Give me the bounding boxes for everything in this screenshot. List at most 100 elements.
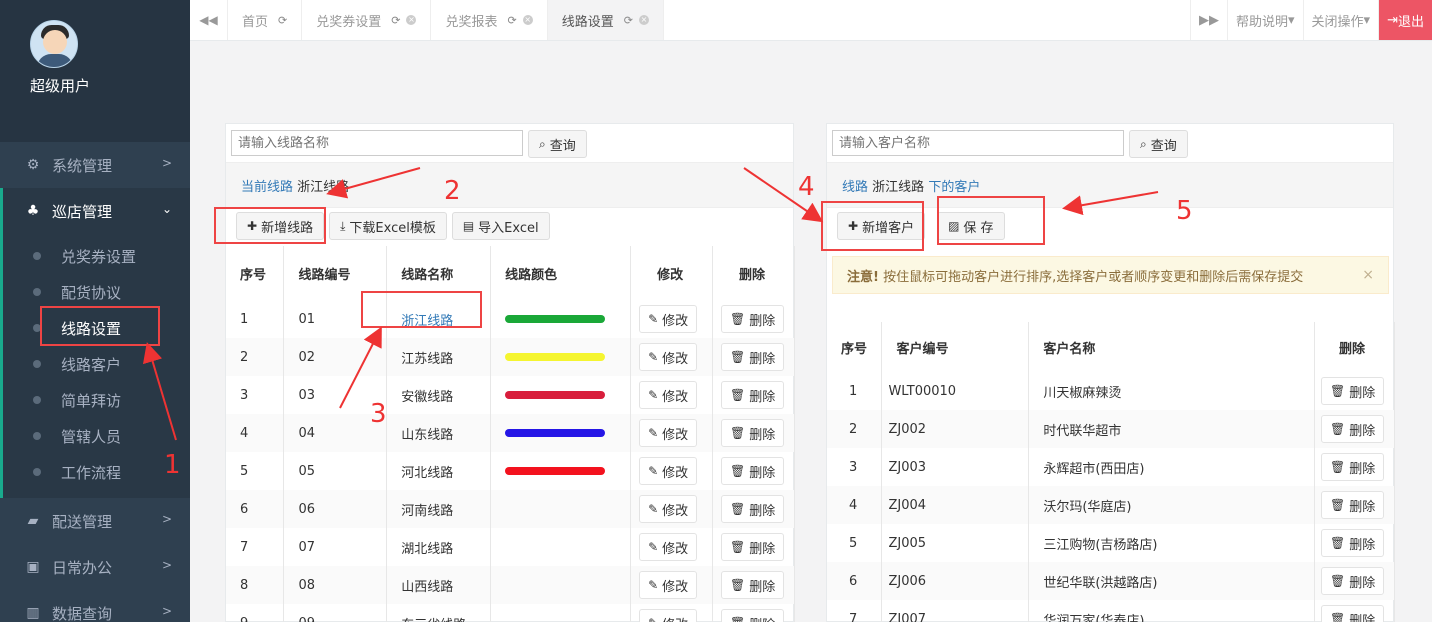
customer-search-input[interactable] [832,130,1124,156]
table-row[interactable]: 6 06 河南线路 ✎ 修改 🗑 删除 [226,490,795,528]
tab-coupon[interactable]: 兑奖券设置 ⟳ × [302,0,432,40]
trash-icon: 🗑 [730,426,746,440]
delete-button[interactable]: 🗑删除 [721,609,785,622]
table-row[interactable]: 7 07 湖北线路 ✎ 修改 🗑 删除 [226,528,795,566]
delete-button[interactable]: 🗑删除 [1321,567,1385,595]
table-row[interactable]: 909 东三省线路 ✎ 修改 🗑 删除 [226,604,795,622]
profile-area: 超级用户 [0,0,190,142]
download-template-button[interactable]: ⤓ 下载Excel模板 [329,212,447,240]
trash-icon: 🗑 [1330,574,1346,588]
edit-button[interactable]: ✎修改 [639,571,698,599]
delete-button[interactable]: 🗑删除 [721,343,785,371]
edit-button[interactable]: ✎修改 [639,419,698,447]
refresh-icon[interactable]: ⟳ [624,14,633,27]
table-row[interactable]: 5 05 河北线路 ✎ 修改 🗑 删除 [226,452,795,490]
tab-report[interactable]: 兑奖报表 ⟳ × [431,0,548,40]
route-search-button[interactable]: ⌕ 查询 [528,130,587,158]
sub-item-route-customers[interactable]: 线路客户 [3,346,190,382]
delete-button[interactable]: 🗑删除 [1321,377,1385,405]
nav-office[interactable]: ▣ 日常办公 > [0,544,190,590]
tab-scroll-left-icon[interactable]: ◀◀ [190,0,228,40]
cell-code: WLT00010 [881,372,1030,410]
delete-button[interactable]: 🗑删除 [721,457,785,485]
edit-button[interactable]: ✎修改 [639,533,698,561]
edit-button[interactable]: ✎修改 [639,305,698,333]
route-search-input[interactable] [231,130,523,156]
edit-button[interactable]: ✎修改 [639,381,698,409]
bullet-icon [33,360,41,368]
delete-button[interactable]: 🗑删除 [721,533,785,561]
help-menu[interactable]: 帮助说明 ▾ [1226,0,1303,40]
sub-item-staff[interactable]: 管辖人员 [3,418,190,454]
cell-name: 山西线路 [386,566,492,604]
customer-search-button[interactable]: ⌕ 查询 [1129,130,1188,158]
refresh-icon[interactable]: ⟳ [507,14,516,27]
delete-button[interactable]: 🗑删除 [721,495,785,523]
delete-button[interactable]: 🗑删除 [1321,491,1385,519]
trash-icon: 🗑 [730,350,746,364]
delete-button[interactable]: 🗑删除 [721,419,785,447]
table-header-row: 序号 线路编号 线路名称 线路颜色 修改 删除 [226,246,795,300]
table-row[interactable]: 7 ZJ007 华润万家(华泰店) 🗑 删除 [827,600,1395,622]
edit-button[interactable]: ✎修改 [639,495,698,523]
sub-item-coupon[interactable]: 兑奖券设置 [3,238,190,274]
nav-label: 日常办公 [52,558,113,577]
cell-edit: ✎修改 [630,338,713,376]
nav-patrol[interactable]: ♣ 巡店管理 ⌄ [0,188,190,234]
table-row[interactable]: 4 ZJ004 沃尔玛(华庭店) 🗑 删除 [827,486,1395,524]
edit-button[interactable]: ✎修改 [639,343,698,371]
tab-scroll-right-icon[interactable]: ▶▶ [1189,0,1227,40]
close-icon[interactable]: × [406,15,417,25]
edit-button[interactable]: ✎修改 [639,609,698,622]
close-icon[interactable]: × [1362,267,1374,283]
tab-route-settings[interactable]: 线路设置 ⟳ × [547,0,664,40]
import-excel-button[interactable]: ▤ 导入Excel [451,212,550,240]
cell-name: 永辉超市(西田店) [1028,448,1315,486]
route-name: 河北线路 [401,465,454,481]
close-icon[interactable]: × [522,15,533,25]
table-row[interactable]: 5 ZJ005 三江购物(吉杨路店) 🗑 删除 [827,524,1395,562]
sub-item-visit[interactable]: 简单拜访 [3,382,190,418]
delete-button[interactable]: 🗑删除 [1321,453,1385,481]
nav-data[interactable]: ▥ 数据查询 > [0,590,190,622]
bullet-icon [33,288,41,296]
delete-button[interactable]: 🗑删除 [721,305,785,333]
table-row[interactable]: 2 ZJ002 时代联华超市 🗑 删除 [827,410,1395,448]
table-row[interactable]: 4 04 山东线路 ✎ 修改 🗑 删除 [226,414,795,452]
delete-button[interactable]: 🗑删除 [1321,529,1385,557]
refresh-icon[interactable]: ⟳ [278,14,287,27]
close-ops-menu[interactable]: 关闭操作 ▾ [1302,0,1379,40]
delete-button[interactable]: 🗑删除 [721,571,785,599]
table-row[interactable]: 2 02 江苏线路 ✎ 修改 🗑 删除 [226,338,795,376]
sub-item-workflow[interactable]: 工作流程 [3,454,190,490]
cell-delete: 🗑删除 [712,376,795,414]
delete-button[interactable]: 🗑删除 [1321,415,1385,443]
table-row[interactable]: 3 ZJ003 永辉超市(西田店) 🗑 删除 [827,448,1395,486]
table-row[interactable]: 8 08 山西线路 ✎ 修改 🗑 删除 [226,566,795,604]
avatar[interactable] [30,20,78,68]
nav-delivery[interactable]: ▰ 配送管理 > [0,498,190,544]
delete-button[interactable]: 🗑删除 [1321,605,1385,622]
cell-no: 5 [827,524,883,562]
delete-button[interactable]: 🗑删除 [721,381,785,409]
username[interactable]: 超级用户 [30,75,90,96]
table-row[interactable]: 1 WLT00010 川天椒麻辣烫 🗑 删除 [827,372,1395,410]
cell-code: 06 [283,490,388,528]
cell-no: 7 [226,528,285,566]
close-icon[interactable]: × [638,15,649,25]
logout-button[interactable]: ⇥ 退出 [1378,0,1432,40]
cell-delete: 🗑删除 [712,604,795,622]
table-row[interactable]: 1 01 浙江线路 ✎ 修改 🗑 删除 [226,300,795,338]
table-row[interactable]: 6 ZJ006 世纪华联(洪越路店) 🗑 删除 [827,562,1395,600]
tab-label: 首页 [242,14,269,30]
tab-home[interactable]: 首页 ⟳ [228,0,303,40]
cell-delete: 🗑删除 [712,490,795,528]
search-icon: ⌕ [1140,136,1147,151]
table-row[interactable]: 3 03 安徽线路 ✎ 修改 🗑 删除 [226,376,795,414]
refresh-icon[interactable]: ⟳ [391,14,400,27]
nav-system[interactable]: ⚙ 系统管理 > [0,142,190,188]
col-header: 序号 [226,246,285,300]
edit-button[interactable]: ✎修改 [639,457,698,485]
sub-item-protocol[interactable]: 配货协议 [3,274,190,310]
delete-label: 删除 [749,541,776,557]
